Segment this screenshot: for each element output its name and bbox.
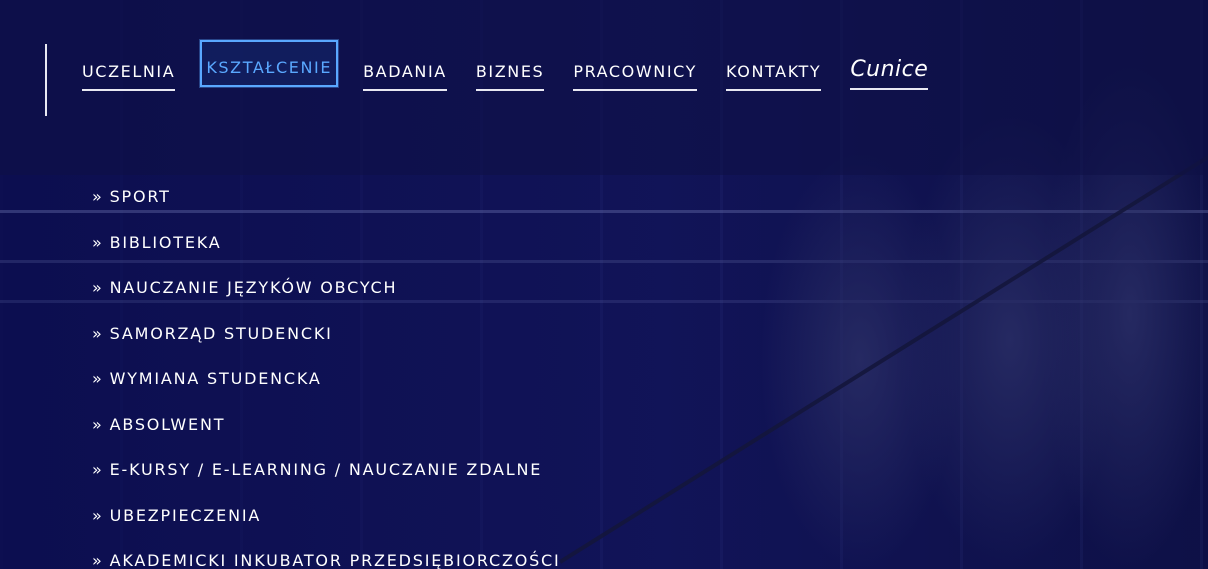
submenu-item-label: WYMIANA STUDENCKA bbox=[109, 369, 322, 388]
submenu-item-samorzad[interactable]: » SAMORZĄD STUDENCKI bbox=[92, 322, 561, 368]
background-railing bbox=[558, 146, 1208, 564]
submenu-item-nauczanie-jezykow[interactable]: » NAUCZANIE JĘZYKÓW OBCYCH bbox=[92, 276, 561, 322]
submenu-item-sport[interactable]: » SPORT bbox=[92, 185, 561, 231]
chevron-right-icon: » bbox=[92, 187, 104, 206]
submenu-item-e-kursy[interactable]: » E-KURSY / E-LEARNING / NAUCZANIE ZDALNE bbox=[92, 458, 561, 504]
submenu-item-label: E-KURSY / E-LEARNING / NAUCZANIE ZDALNE bbox=[109, 460, 543, 479]
ksztalcenie-submenu: » SPORT » BIBLIOTEKA » NAUCZANIE JĘZYKÓW OB… bbox=[92, 185, 561, 569]
submenu-item-absolwent[interactable]: » ABSOLWENT bbox=[92, 413, 561, 459]
chevron-right-icon: » bbox=[92, 414, 104, 434]
chevron-right-icon: » bbox=[92, 505, 104, 525]
submenu-item-inkubator[interactable]: » AKADEMICKI INKUBATOR PRZEDSIĘBIORCZOŚCI bbox=[92, 549, 561, 569]
submenu-item-label: BIBLIOTEKA bbox=[109, 232, 222, 252]
submenu-item-label: UBEZPIECZENIA bbox=[109, 505, 262, 525]
submenu-item-biblioteka[interactable]: » BIBLIOTEKA bbox=[92, 231, 561, 277]
nav-item-ksztalcenie[interactable]: KSZTAŁCENIE bbox=[200, 40, 339, 87]
chevron-right-icon: » bbox=[92, 278, 104, 297]
background-person bbox=[900, 110, 1120, 569]
submenu-item-label: AKADEMICKI INKUBATOR PRZEDSIĘBIORCZOŚCI bbox=[109, 551, 561, 569]
background-person bbox=[760, 150, 960, 569]
submenu-item-ubezpieczenia[interactable]: » UBEZPIECZENIA bbox=[92, 504, 561, 550]
nav-item-uczelnia[interactable]: UCZELNIA bbox=[82, 44, 176, 91]
chevron-right-icon: » bbox=[92, 551, 104, 569]
chevron-right-icon: » bbox=[92, 369, 104, 388]
unice-logo-link[interactable]: Cunice bbox=[850, 44, 929, 90]
submenu-item-label: SAMORZĄD STUDENCKI bbox=[109, 323, 333, 343]
hero-background: UCZELNIA KSZTAŁCENIE BADANIA BIZNES PRAC… bbox=[0, 0, 1208, 569]
chevron-right-icon: » bbox=[92, 460, 104, 479]
chevron-right-icon: » bbox=[92, 323, 104, 343]
nav-item-pracownicy[interactable]: PRACOWNICY bbox=[573, 44, 698, 91]
submenu-item-wymiana[interactable]: » WYMIANA STUDENCKA bbox=[92, 367, 561, 413]
nav-divider bbox=[45, 44, 47, 116]
nav-item-kontakty[interactable]: KONTAKTY bbox=[726, 44, 822, 91]
nav-item-badania[interactable]: BADANIA bbox=[363, 44, 447, 91]
submenu-item-label: SPORT bbox=[109, 187, 171, 206]
chevron-right-icon: » bbox=[92, 232, 104, 252]
submenu-item-label: ABSOLWENT bbox=[109, 414, 226, 434]
nav-item-biznes[interactable]: BIZNES bbox=[475, 44, 545, 91]
submenu-item-label: NAUCZANIE JĘZYKÓW OBCYCH bbox=[109, 278, 398, 297]
main-navigation: UCZELNIA KSZTAŁCENIE BADANIA BIZNES PRAC… bbox=[82, 40, 929, 91]
